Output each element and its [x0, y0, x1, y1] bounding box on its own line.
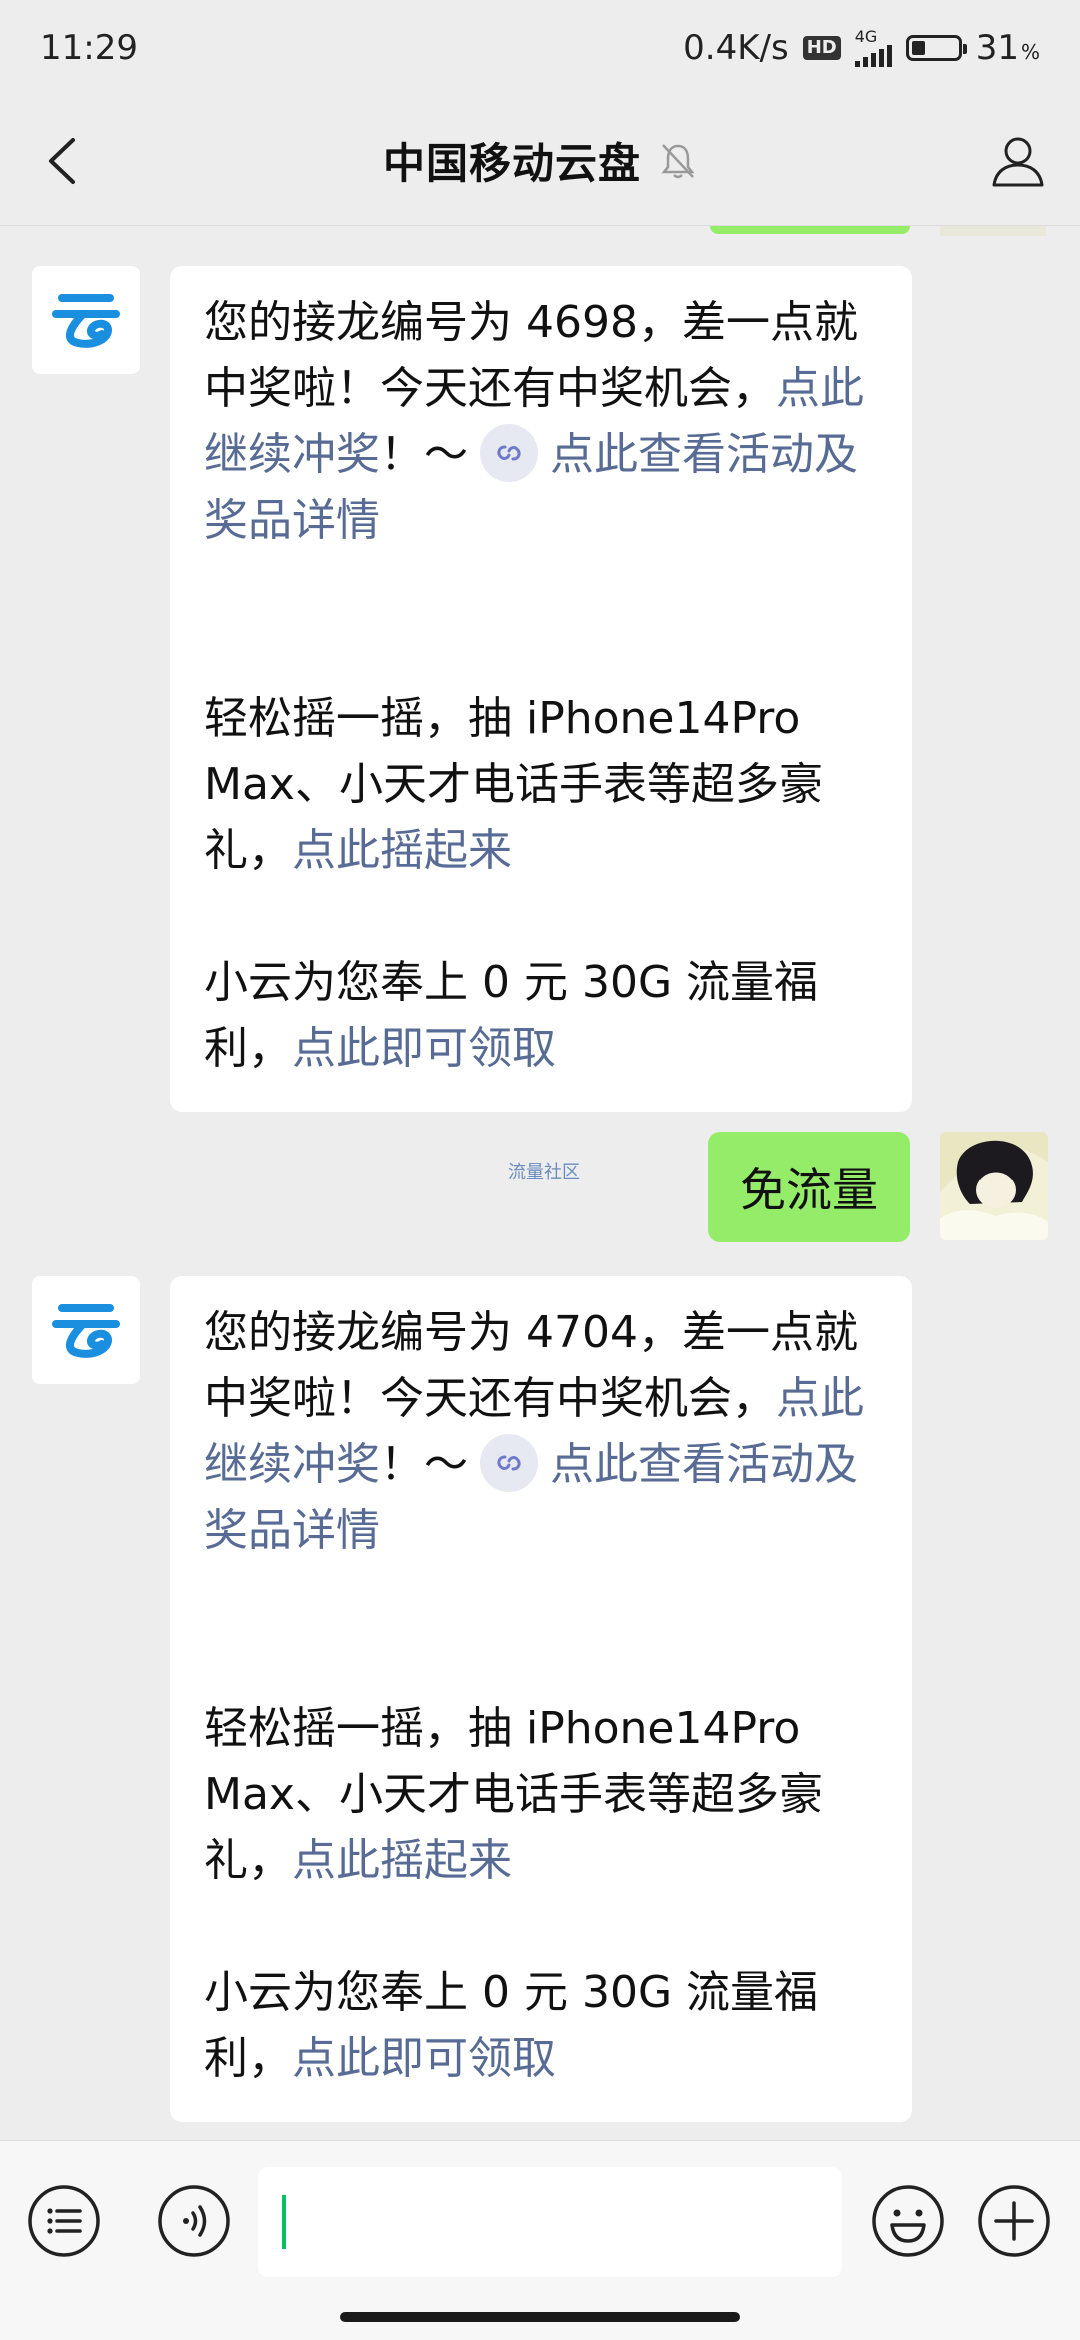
message-text: 您的接龙编号为 4698，差一点就中奖啦！今天还有中奖机会，点此继续冲奖！～ 点此…: [204, 297, 864, 546]
menu-list-icon: [28, 2185, 100, 2257]
link-chain-icon: [480, 1434, 538, 1492]
bot-message-bubble[interactable]: 您的接龙编号为 4698，差一点就中奖啦！今天还有中奖机会，点此继续冲奖！～ 点此…: [170, 266, 912, 1112]
person-icon: [992, 137, 1044, 187]
input-bar: [0, 2140, 1080, 2340]
claim-link[interactable]: 点此即可领取: [292, 1023, 556, 1074]
message-text: 小云为您奉上 0 元 30G 流量福利，点此即可领取: [204, 1967, 819, 2084]
bot-avatar[interactable]: [32, 1276, 140, 1384]
signal-icon: 4G: [854, 27, 892, 67]
network-speed: 0.4K/s: [683, 28, 789, 68]
page-title: 中国移动云盘: [382, 139, 641, 188]
link-chain-icon: [480, 424, 538, 482]
hd-badge: HD: [802, 36, 841, 60]
message-text: 您的接龙编号为 4704，差一点就中奖啦！今天还有中奖机会，点此继续冲奖！～ 点此…: [204, 1307, 864, 1556]
bot-message-bubble[interactable]: 您的接龙编号为 4704，差一点就中奖啦！今天还有中奖机会，点此继续冲奖！～ 点此…: [170, 1276, 912, 2122]
home-indicator[interactable]: [340, 2312, 740, 2322]
more-button[interactable]: [976, 2183, 1052, 2259]
emoji-icon: [872, 2185, 944, 2257]
shake-link[interactable]: 点此摇起来: [292, 1835, 512, 1886]
back-button[interactable]: [30, 129, 94, 193]
message-text: 轻松摇一摇，抽 iPhone14Pro Max、小天才电话手表等超多豪礼，点此摇…: [204, 693, 823, 876]
status-bar: 11:29 0.4K/s HD 4G 31%: [0, 0, 1080, 96]
voice-button[interactable]: [156, 2183, 232, 2259]
user-avatar-image: [940, 1132, 1048, 1240]
emoji-button[interactable]: [870, 2183, 946, 2259]
shake-link[interactable]: 点此摇起来: [292, 825, 512, 876]
title-wrap: 中国移动云盘: [383, 130, 697, 191]
system-label[interactable]: 流量社区: [508, 1158, 580, 1184]
network-type: 4G: [854, 27, 878, 46]
cloud-logo-icon: [52, 1304, 120, 1358]
status-time: 11:29: [40, 28, 138, 68]
battery-percent: 31%: [975, 28, 1040, 68]
message-text: 小云为您奉上 0 元 30G 流量福利，点此即可领取: [204, 957, 819, 1074]
profile-button[interactable]: [986, 129, 1050, 193]
bell-muted-icon: [661, 143, 695, 178]
cloud-logo-icon: [52, 294, 120, 348]
previous-message-edge: [710, 226, 910, 234]
user-message-bubble[interactable]: 免流量: [708, 1132, 910, 1242]
user-avatar[interactable]: [940, 1132, 1048, 1240]
claim-link[interactable]: 点此即可领取: [292, 2033, 556, 2084]
nav-bar: 中国移动云盘: [0, 96, 1080, 226]
menu-button[interactable]: [26, 2183, 102, 2259]
chat-area[interactable]: 您的接龙编号为 4698，差一点就中奖啦！今天还有中奖机会，点此继续冲奖！～ 点此…: [0, 226, 1080, 2140]
battery-icon: [905, 35, 967, 61]
chevron-left-icon: [49, 138, 75, 184]
voice-icon: [158, 2185, 230, 2257]
bot-avatar[interactable]: [32, 266, 140, 374]
status-indicators: 0.4K/s HD 4G 31%: [683, 28, 1040, 68]
plus-icon: [978, 2185, 1050, 2257]
message-input[interactable]: [258, 2167, 842, 2277]
message-text: 轻松摇一摇，抽 iPhone14Pro Max、小天才电话手表等超多豪礼，点此摇…: [204, 1703, 823, 1886]
previous-avatar-edge: [940, 226, 1046, 236]
text-caret: [282, 2195, 286, 2249]
